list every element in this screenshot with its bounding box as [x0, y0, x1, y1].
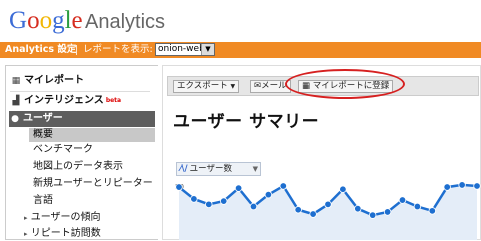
- user-icon: ●: [11, 114, 19, 124]
- highlight-circle: [285, 69, 405, 99]
- data-point[interactable]: [428, 207, 436, 215]
- sidebar-subitem-languages[interactable]: 言語: [33, 194, 181, 208]
- chevron-down-icon[interactable]: ▼: [201, 44, 214, 55]
- data-point[interactable]: [234, 184, 243, 192]
- nav-divider: [76, 45, 77, 55]
- grid-icon: ▦: [11, 76, 21, 86]
- sidebar-subitem-overview[interactable]: 概要: [29, 128, 155, 142]
- header: Google Analytics: [0, 0, 481, 42]
- data-point[interactable]: [443, 183, 451, 191]
- data-point[interactable]: [354, 204, 362, 213]
- data-point[interactable]: [175, 183, 183, 191]
- sidebar-subitem-label: 概要: [33, 129, 53, 140]
- sidebar-subitem-visitor-trending[interactable]: ▸ ユーザーの傾向: [24, 211, 172, 225]
- data-point[interactable]: [220, 197, 228, 205]
- data-point[interactable]: [309, 210, 317, 218]
- data-point[interactable]: [413, 202, 422, 211]
- sidebar-item-users[interactable]: ● ユーザー: [9, 111, 155, 127]
- sidebar-item-label: ユーザー: [23, 113, 63, 124]
- chevron-down-icon: ▼: [230, 83, 236, 90]
- data-point[interactable]: [294, 206, 302, 214]
- top-nav-bar: Analytics 設定 レポートを表示: onion-web ▼: [0, 42, 481, 58]
- metric-label: ユーザー数: [189, 164, 232, 174]
- visitors-chart: 50: [175, 181, 481, 240]
- data-point[interactable]: [264, 190, 273, 199]
- page-title: ユーザー サマリー: [173, 112, 320, 132]
- sidebar-subitem-new-vs-returning[interactable]: 新規ユーザーとリピーター: [33, 177, 181, 191]
- beta-badge: beta: [105, 97, 122, 104]
- sidebar-item-my-reports[interactable]: ▦ マイレポート: [10, 74, 158, 88]
- data-point[interactable]: [473, 182, 481, 190]
- data-point[interactable]: [368, 211, 377, 219]
- sidebar-subitem-label: リピート訪問数: [30, 228, 101, 239]
- divider: [10, 91, 150, 92]
- sidebar-item-label: インテリジェンス: [24, 95, 104, 106]
- metric-selector[interactable]: ⁄\/ユーザー数 ▼: [176, 162, 261, 176]
- profile-select-value: onion-web: [158, 44, 205, 54]
- chevron-right-icon: ▸: [24, 230, 28, 238]
- sidebar-subitem-map-overlay[interactable]: 地図上のデータ表示: [33, 160, 181, 174]
- line-chart-icon: ⁄\/: [180, 164, 188, 174]
- svg-text:Analytics: Analytics: [85, 11, 165, 33]
- svg-text:Google: Google: [9, 7, 83, 34]
- google-analytics-logo[interactable]: Google Analytics: [9, 4, 169, 36]
- data-point[interactable]: [398, 196, 407, 204]
- export-button[interactable]: エクスポート ▼: [173, 80, 240, 93]
- sidebar: ▦ マイレポート ▟ インテリジェンス beta ● ユーザー 概要 ベンチマーク 地図…: [5, 65, 158, 240]
- bar-chart-icon: ▟: [12, 96, 20, 106]
- sidebar-item-label: マイレポート: [24, 75, 84, 86]
- data-point[interactable]: [279, 182, 287, 190]
- sidebar-subitem-visitor-loyalty[interactable]: ▸ リピート訪問数: [24, 227, 172, 241]
- chevron-down-icon: ▼: [252, 165, 258, 173]
- data-point[interactable]: [249, 202, 258, 211]
- export-label: エクスポート: [177, 81, 228, 91]
- data-point[interactable]: [339, 185, 347, 193]
- sidebar-item-intelligence[interactable]: ▟ インテリジェンス beta: [10, 94, 158, 108]
- email-label: メール: [261, 81, 287, 91]
- data-point[interactable]: [205, 200, 213, 209]
- data-point[interactable]: [324, 200, 332, 209]
- analytics-settings-link[interactable]: Analytics 設定: [5, 43, 76, 57]
- data-point[interactable]: [383, 208, 392, 216]
- chevron-right-icon: ▸: [24, 214, 28, 222]
- profile-select[interactable]: onion-web ▼: [155, 43, 215, 56]
- view-reports-label: レポートを表示:: [83, 44, 153, 55]
- sidebar-subitem-label: ユーザーの傾向: [30, 212, 101, 223]
- data-point[interactable]: [458, 181, 466, 189]
- data-point[interactable]: [190, 195, 198, 203]
- sidebar-subitem-benchmark[interactable]: ベンチマーク: [33, 143, 181, 157]
